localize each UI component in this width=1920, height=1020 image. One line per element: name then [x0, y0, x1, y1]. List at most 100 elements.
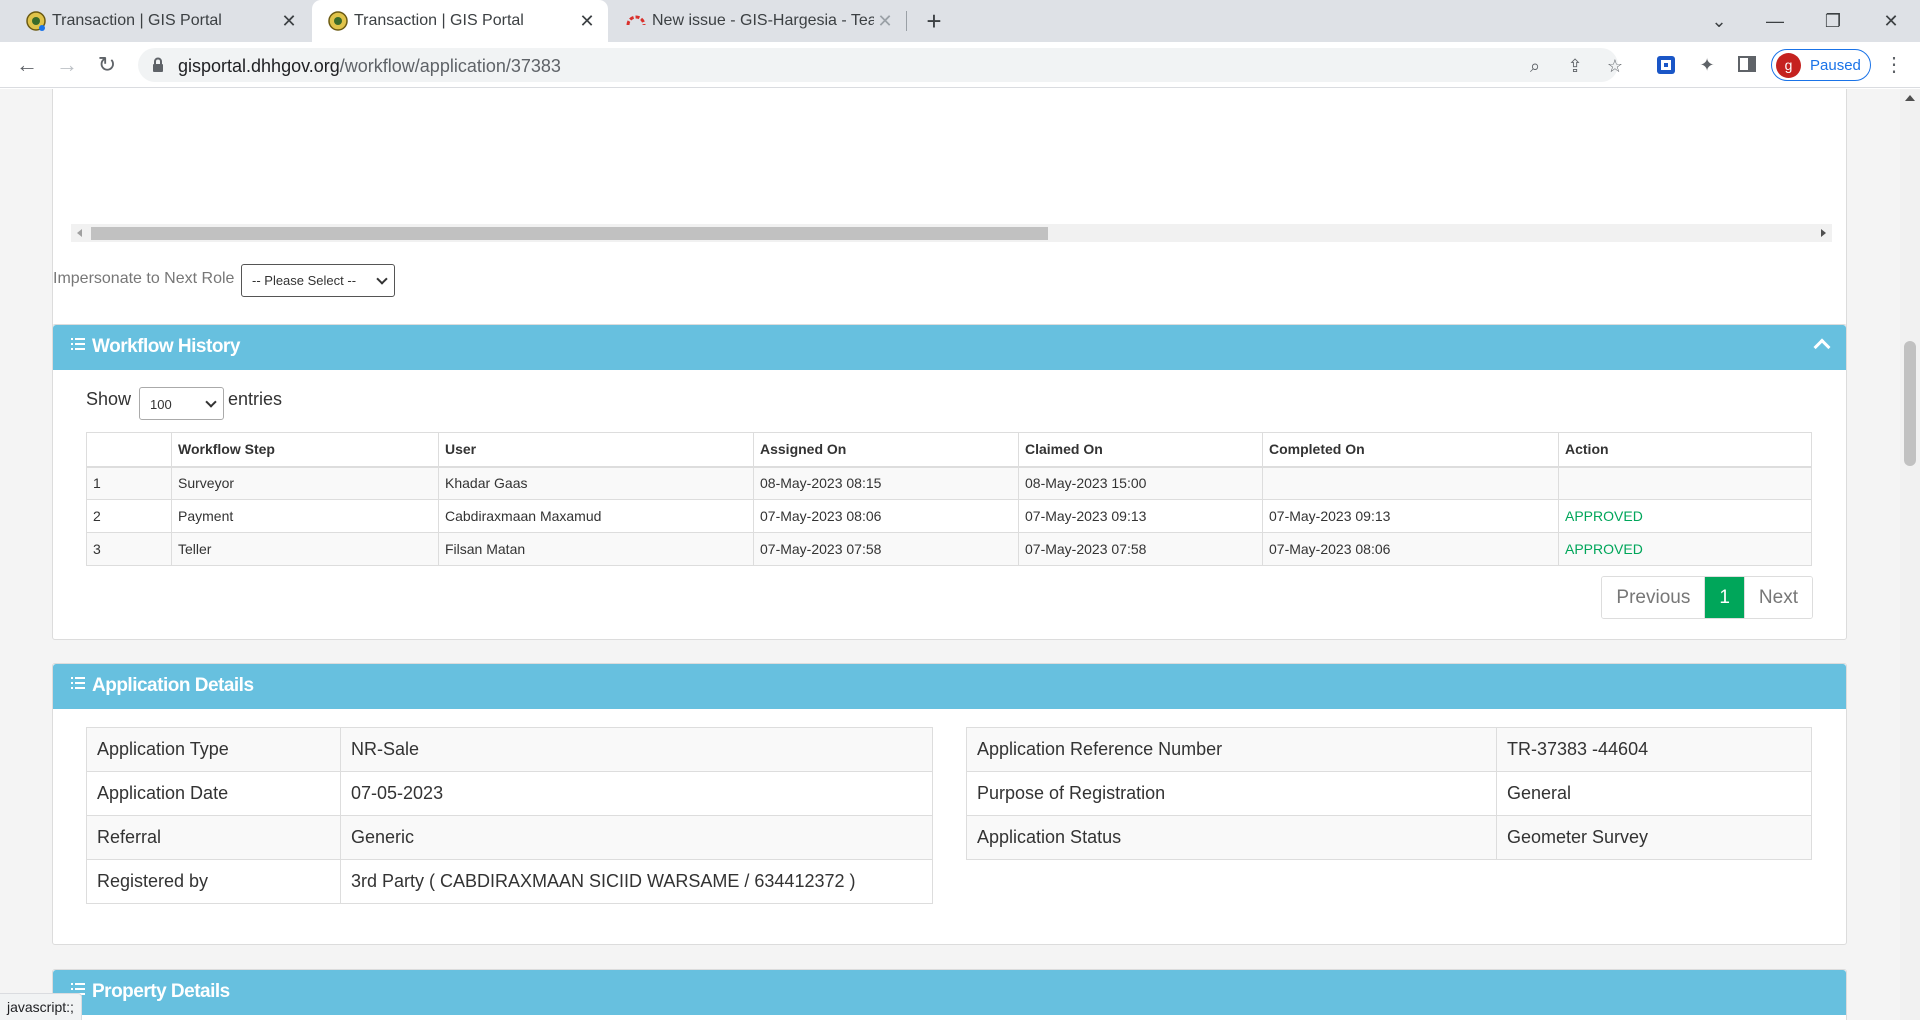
detail-row: Application Type NR-Sale	[86, 727, 933, 772]
browser-tab-strip: Transaction | GIS Portal ✕ Transaction |…	[0, 0, 1920, 42]
minimize-icon[interactable]: —	[1760, 6, 1790, 36]
extension-shield-icon[interactable]	[1655, 54, 1677, 76]
action-status: APPROVED	[1558, 499, 1812, 533]
scrollbar-thumb[interactable]	[1904, 341, 1916, 466]
avatar: g	[1776, 53, 1801, 78]
table-row: 2 Payment Cabdiraxmaan Maxamud 07-May-20…	[86, 499, 1812, 533]
close-tab-icon[interactable]: ✕	[874, 10, 896, 32]
action-status	[1558, 466, 1812, 500]
browser-tab-2[interactable]: Transaction | GIS Portal ✕	[312, 0, 608, 42]
panel-header: Application Details	[53, 664, 1846, 709]
zoom-icon[interactable]: ⌕	[1524, 55, 1546, 77]
profile-status: Paused	[1810, 57, 1861, 74]
table-cell: 07-May-2023 07:58	[1018, 532, 1263, 566]
reload-icon[interactable]: ↻	[92, 50, 122, 80]
browser-tab-1[interactable]: Transaction | GIS Portal ✕	[10, 0, 310, 42]
table-cell: 07-May-2023 09:13	[1018, 499, 1263, 533]
url-text: gisportal.dhhgov.org/workflow/applicatio…	[178, 56, 561, 77]
detail-label: Application Type	[86, 727, 341, 772]
impersonate-label: Impersonate to Next Role	[53, 270, 235, 287]
close-window-icon[interactable]: ✕	[1876, 6, 1906, 36]
scroll-right-arrow-icon[interactable]	[1821, 229, 1826, 237]
detail-value: NR-Sale	[340, 727, 933, 772]
detail-row: Application Date 07-05-2023	[86, 771, 933, 816]
action-status: APPROVED	[1558, 532, 1812, 566]
column-header[interactable]: Action	[1558, 432, 1812, 468]
lock-icon	[153, 57, 163, 72]
gis-portal-favicon-icon	[26, 11, 46, 31]
extensions-puzzle-icon[interactable]: ✦	[1696, 54, 1718, 76]
table-cell: 07-May-2023 09:13	[1262, 499, 1559, 533]
column-header[interactable]: Workflow Step	[171, 432, 439, 468]
back-arrow-icon[interactable]: ←	[12, 50, 42, 80]
detail-value: Geometer Survey	[1496, 815, 1812, 860]
chevron-down-icon	[205, 396, 217, 408]
table-row: 1 Surveyor Khadar Gaas 08-May-2023 08:15…	[86, 466, 1812, 500]
next-role-select[interactable]: -- Please Select --	[241, 264, 395, 297]
close-tab-icon[interactable]: ✕	[278, 10, 300, 32]
column-header[interactable]: Assigned On	[753, 432, 1019, 468]
table-cell: 07-May-2023 08:06	[1262, 532, 1559, 566]
horizontal-scrollbar[interactable]	[71, 224, 1832, 242]
detail-label: Registered by	[86, 859, 341, 904]
column-header[interactable]: Completed On	[1262, 432, 1559, 468]
application-details-right-table: Application Reference Number TR-37383 -4…	[966, 727, 1812, 860]
url-path: /workflow/application/37383	[339, 56, 561, 76]
page-1-button[interactable]: 1	[1705, 577, 1744, 618]
table-cell: 08-May-2023 15:00	[1018, 466, 1263, 500]
table-cell: Filsan Matan	[438, 532, 754, 566]
vertical-scrollbar[interactable]	[1900, 89, 1920, 1020]
table-cell: 3	[86, 532, 172, 566]
application-details-panel: Application Details Application Type NR-…	[52, 663, 1847, 945]
panel-title: Workflow History	[92, 336, 240, 357]
collapse-chevron-up-icon[interactable]	[1813, 338, 1831, 356]
column-header[interactable]: User	[438, 432, 754, 468]
table-cell: Cabdiraxmaan Maxamud	[438, 499, 754, 533]
table-cell: Teller	[171, 532, 439, 566]
new-tab-plus-icon[interactable]: +	[920, 8, 948, 36]
table-cell: Surveyor	[171, 466, 439, 500]
azure-devops-favicon-icon	[626, 15, 646, 26]
detail-row: Referral Generic	[86, 815, 933, 860]
tab-search-chevron-icon[interactable]: ⌄	[1704, 6, 1734, 36]
url-domain: gisportal.dhhgov.org	[178, 56, 340, 76]
table-cell: 07-May-2023 07:58	[753, 532, 1019, 566]
detail-value: TR-37383 -44604	[1496, 727, 1812, 772]
panel-title: Application Details	[92, 675, 254, 696]
share-icon[interactable]: ⇪	[1564, 55, 1586, 77]
detail-row: Application Status Geometer Survey	[966, 815, 1812, 860]
scroll-left-arrow-icon[interactable]	[77, 229, 82, 237]
entries-label: entries	[228, 389, 283, 409]
property-details-panel: Property Details	[52, 969, 1847, 1020]
detail-label: Application Date	[86, 771, 341, 816]
previous-page-button[interactable]: Previous	[1602, 577, 1706, 618]
table-cell: Payment	[171, 499, 439, 533]
profile-chip[interactable]: g Paused	[1771, 49, 1871, 81]
scrollbar-thumb[interactable]	[91, 227, 1048, 240]
address-bar[interactable]: gisportal.dhhgov.org/workflow/applicatio…	[138, 48, 1623, 82]
forward-arrow-icon[interactable]: →	[52, 50, 82, 80]
table-header-row: Workflow Step User Assigned On Claimed O…	[86, 432, 1812, 468]
close-tab-icon[interactable]: ✕	[576, 10, 598, 32]
table-cell: 08-May-2023 08:15	[753, 466, 1019, 500]
detail-value: General	[1496, 771, 1812, 816]
restore-icon[interactable]: ❐	[1818, 6, 1848, 36]
browser-toolbar: ← → ↻ gisportal.dhhgov.org/workflow/appl…	[0, 42, 1920, 88]
table-cell: 07-May-2023 08:06	[753, 499, 1019, 533]
detail-row: Application Reference Number TR-37383 -4…	[966, 727, 1812, 772]
side-panel-icon[interactable]	[1736, 54, 1758, 76]
pagination: Previous 1 Next	[1601, 576, 1813, 619]
detail-value: Generic	[340, 815, 933, 860]
detail-value: 3rd Party ( CABDIRAXMAAN SICIID WARSAME …	[340, 859, 933, 904]
entries-select[interactable]: 100	[139, 387, 224, 420]
scroll-up-arrow-icon[interactable]	[1905, 95, 1915, 101]
browser-menu-icon[interactable]: ⋮	[1884, 54, 1904, 76]
bookmark-star-icon[interactable]: ☆	[1604, 55, 1626, 77]
browser-tab-3[interactable]: New issue - GIS-Hargesia - Team ✕	[610, 0, 906, 42]
page-content: Impersonate to Next Role -- Please Selec…	[0, 89, 1900, 1020]
column-header[interactable]: Claimed On	[1018, 432, 1263, 468]
column-header[interactable]	[86, 432, 172, 468]
next-page-button[interactable]: Next	[1743, 577, 1812, 618]
workflow-history-table: Workflow Step User Assigned On Claimed O…	[86, 432, 1812, 566]
chevron-down-icon	[376, 273, 388, 285]
